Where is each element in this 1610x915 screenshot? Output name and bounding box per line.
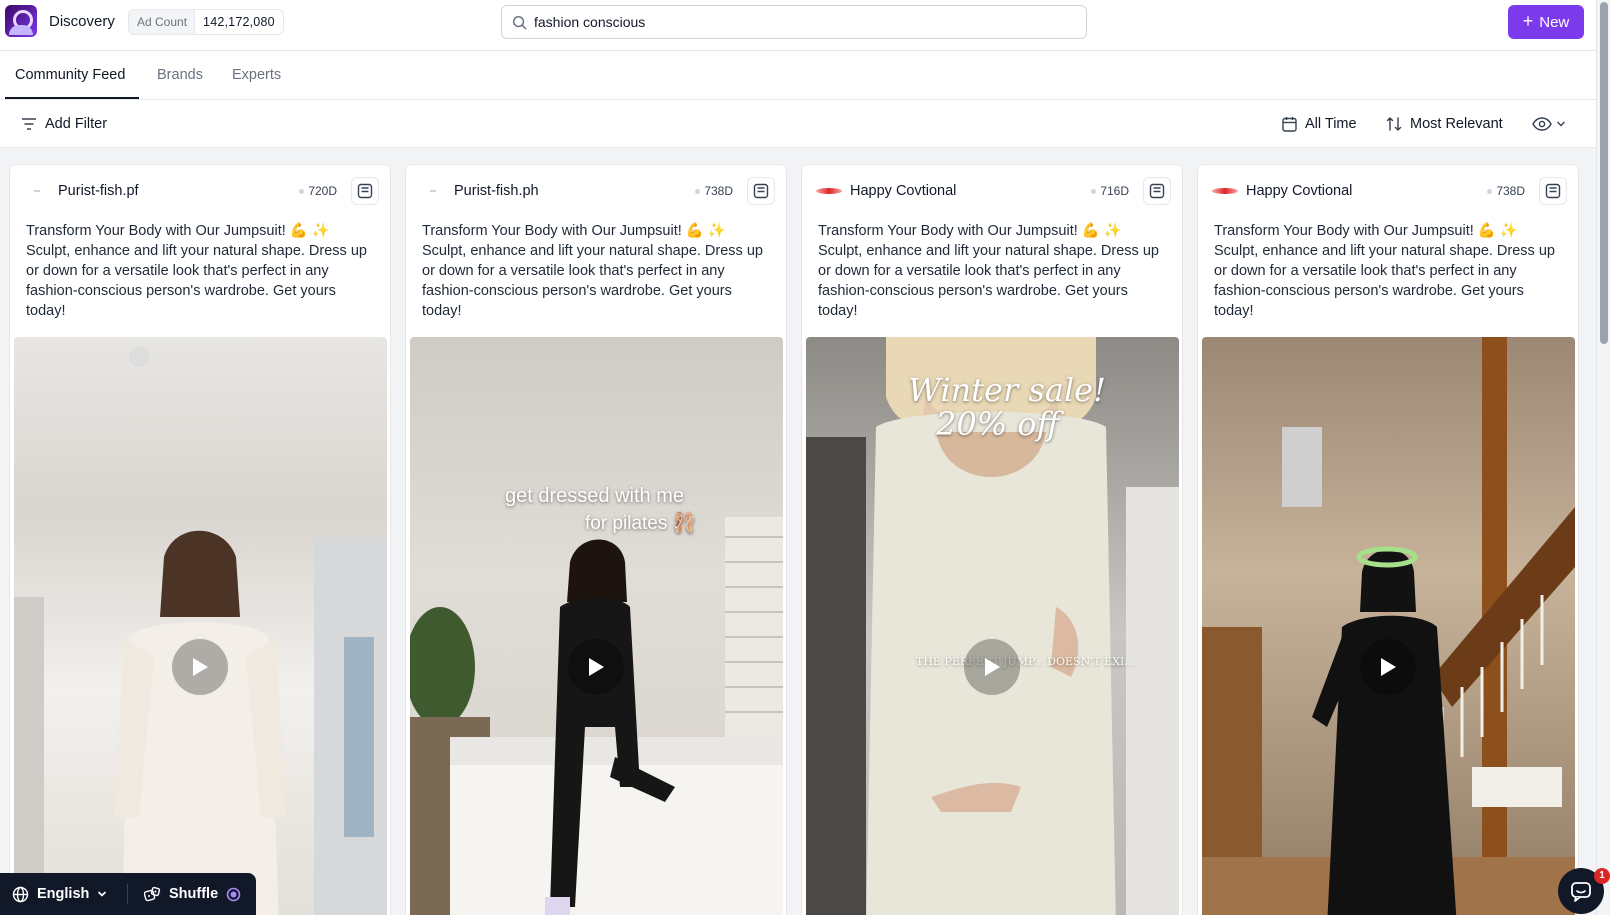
video-overlay-text: get dressed with me (505, 485, 684, 507)
video-thumbnail (14, 347, 387, 915)
chevron-down-icon (1557, 121, 1565, 127)
eye-icon (1532, 117, 1552, 131)
ad-age: 716D (1091, 184, 1129, 198)
tab-bar: Community Feed Brands Experts (0, 51, 1596, 100)
save-icon (1545, 183, 1561, 199)
play-icon (589, 658, 604, 676)
language-label: English (37, 886, 90, 902)
ad-video[interactable] (14, 337, 387, 915)
notification-badge: 1 (1594, 868, 1610, 884)
save-ad-button[interactable] (747, 177, 775, 205)
brand-logo (1212, 184, 1238, 198)
ad-count-value: 142,172,080 (194, 10, 283, 34)
active-tab-indicator (5, 97, 139, 99)
app-logo[interactable] (5, 5, 37, 37)
video-overlay-headline: Winter sale! (908, 371, 1106, 409)
video-overlay-caption: THE PERFECT JUMP... DOESN'T EXI... (916, 655, 1135, 668)
search-box[interactable] (501, 5, 1087, 39)
add-filter-button[interactable]: Add Filter (21, 100, 107, 148)
video-thumbnail (410, 517, 783, 915)
radio-toggle-icon[interactable] (226, 887, 241, 902)
sort-icon (1386, 117, 1402, 131)
play-button[interactable] (568, 639, 624, 695)
page-scrollbar[interactable] (1596, 0, 1610, 915)
sort-button[interactable]: Most Relevant (1386, 100, 1503, 148)
new-button-label: New (1539, 13, 1570, 31)
ad-caption: Transform Your Body with Our Jumpsuit! 💪… (422, 223, 763, 319)
dice-icon (144, 886, 161, 901)
ad-caption: Transform Your Body with Our Jumpsuit! 💪… (818, 223, 1159, 319)
video-overlay-text-2: for pilates 🩰 (585, 513, 697, 534)
search-input[interactable] (534, 6, 1074, 38)
ad-video[interactable]: Winter sale! 20% off THE PERFECT JUMP...… (806, 337, 1179, 915)
brand-logo (24, 184, 50, 198)
sort-label: Most Relevant (1410, 116, 1503, 132)
ad-card[interactable]: Purist-fish.ph 738D Transform Your Body … (405, 164, 787, 915)
chevron-down-icon (98, 891, 107, 897)
ad-age: 738D (695, 184, 733, 198)
shuffle-label: Shuffle (169, 886, 219, 902)
ad-count-badge: Ad Count 142,172,080 (128, 9, 284, 35)
search-icon (512, 15, 527, 30)
card-header: Happy Covtional 716D (802, 165, 1182, 217)
brand-logo (816, 184, 842, 198)
scrollbar-thumb[interactable] (1600, 2, 1608, 344)
brand-name[interactable]: Purist-fish.pf (58, 183, 139, 199)
new-button[interactable]: + New (1508, 5, 1584, 39)
ad-age: 738D (1487, 184, 1525, 198)
chat-icon (1571, 882, 1591, 902)
card-header: Purist-fish.ph 738D (406, 165, 786, 217)
ad-caption: Transform Your Body with Our Jumpsuit! 💪… (26, 223, 367, 319)
ad-age: 720D (299, 184, 337, 198)
save-ad-button[interactable] (1539, 177, 1567, 205)
calendar-icon (1282, 117, 1297, 132)
shuffle-button[interactable]: Shuffle (128, 886, 241, 903)
brand-name[interactable]: Purist-fish.ph (454, 183, 539, 199)
card-header: Happy Covtional 738D (1198, 165, 1578, 217)
play-button[interactable] (1360, 639, 1416, 695)
save-icon (1149, 183, 1165, 199)
video-thumbnail (1202, 337, 1575, 915)
ad-video[interactable] (1202, 337, 1575, 915)
play-icon (1381, 658, 1396, 676)
play-button[interactable] (964, 639, 1020, 695)
video-overlay-subhead: 20% off (936, 405, 1060, 443)
language-selector[interactable]: English (0, 886, 127, 903)
filter-icon (22, 118, 36, 130)
ad-card[interactable]: Happy Covtional 738D Transform Your Body… (1197, 164, 1579, 915)
save-icon (357, 183, 373, 199)
play-icon (193, 658, 208, 676)
app-title: Discovery (49, 13, 115, 30)
save-icon (753, 183, 769, 199)
ad-video[interactable]: get dressed with me for pilates 🩰 (410, 337, 783, 915)
ad-card[interactable]: Happy Covtional 716D Transform Your Body… (801, 164, 1183, 915)
globe-icon (12, 886, 29, 902)
play-icon (985, 658, 1000, 676)
brand-logo (420, 184, 446, 198)
top-bar: Discovery Ad Count 142,172,080 + New (0, 0, 1596, 51)
bottom-toolbar: English Shuffle (0, 873, 256, 915)
save-ad-button[interactable] (1143, 177, 1171, 205)
add-filter-label: Add Filter (45, 116, 108, 132)
ad-caption: Transform Your Body with Our Jumpsuit! 💪… (1214, 223, 1555, 319)
tab-brands[interactable]: Brands (157, 67, 203, 83)
play-button[interactable] (172, 639, 228, 695)
brand-name[interactable]: Happy Covtional (850, 183, 956, 199)
brand-name[interactable]: Happy Covtional (1246, 183, 1352, 199)
save-ad-button[interactable] (351, 177, 379, 205)
time-range-label: All Time (1305, 116, 1357, 132)
time-range-button[interactable]: All Time (1282, 100, 1357, 148)
tab-community-feed[interactable]: Community Feed (15, 67, 125, 83)
card-header: Purist-fish.pf 720D (10, 165, 390, 217)
tab-experts[interactable]: Experts (232, 67, 281, 83)
ad-count-label: Ad Count (137, 15, 188, 29)
ad-card[interactable]: Purist-fish.pf 720D Transform Your Body … (9, 164, 391, 915)
view-options-button[interactable] (1532, 100, 1566, 148)
filter-bar: Add Filter All Time Most Relevant (0, 100, 1596, 148)
plus-icon: + (1522, 11, 1534, 31)
